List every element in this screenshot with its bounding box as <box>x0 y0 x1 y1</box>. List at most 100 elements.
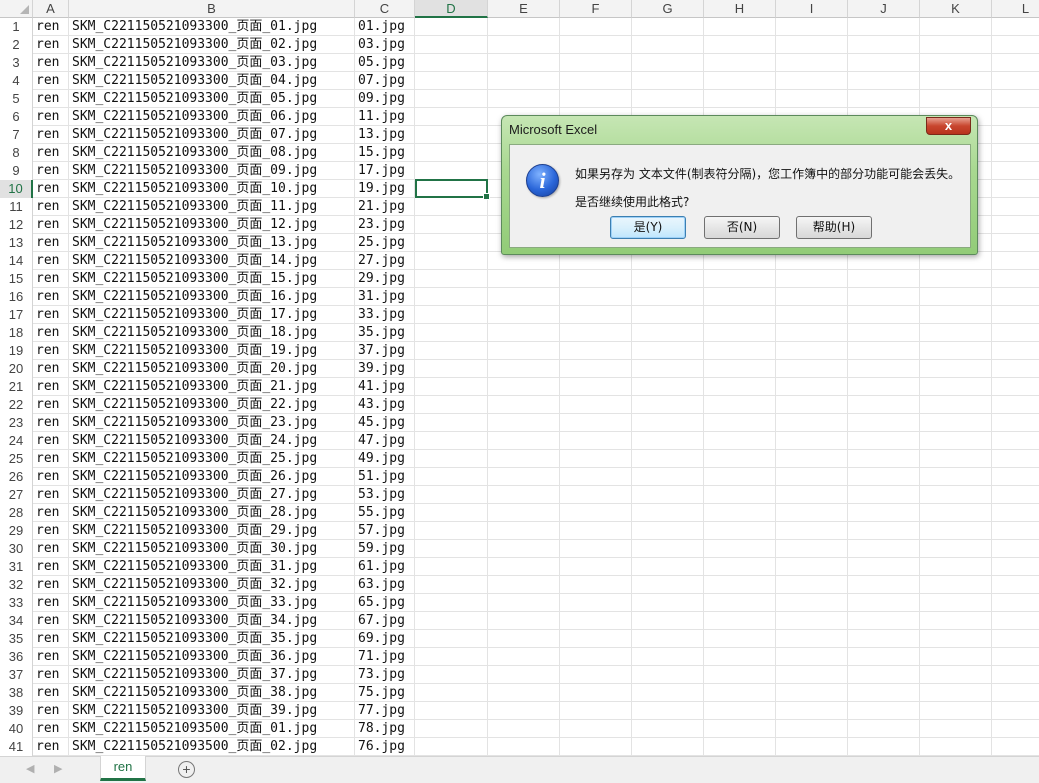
cell-a31[interactable]: ren <box>33 558 69 576</box>
cell-d34[interactable] <box>415 612 488 630</box>
cell-k16[interactable] <box>920 288 992 306</box>
cell-l39[interactable] <box>992 702 1039 720</box>
cell-h1[interactable] <box>704 18 776 36</box>
cell-i2[interactable] <box>776 36 848 54</box>
cell-g31[interactable] <box>632 558 704 576</box>
cell-a19[interactable]: ren <box>33 342 69 360</box>
cell-j18[interactable] <box>848 324 920 342</box>
cell-k5[interactable] <box>920 90 992 108</box>
cell-f15[interactable] <box>560 270 632 288</box>
cell-l26[interactable] <box>992 468 1039 486</box>
cell-a22[interactable]: ren <box>33 396 69 414</box>
cell-b14[interactable]: SKM_C221150521093300_页面_14.jpg <box>69 252 355 270</box>
cell-b16[interactable]: SKM_C221150521093300_页面_16.jpg <box>69 288 355 306</box>
cell-c41[interactable]: 76.jpg <box>355 738 415 756</box>
row-header[interactable]: 11 <box>0 198 33 216</box>
row-header[interactable]: 37 <box>0 666 33 684</box>
cell-l35[interactable] <box>992 630 1039 648</box>
cell-d15[interactable] <box>415 270 488 288</box>
cell-e5[interactable] <box>488 90 560 108</box>
column-header-i[interactable]: I <box>776 0 848 18</box>
row-header[interactable]: 41 <box>0 738 33 756</box>
cell-i40[interactable] <box>776 720 848 738</box>
cell-b1[interactable]: SKM_C221150521093300_页面_01.jpg <box>69 18 355 36</box>
cell-l24[interactable] <box>992 432 1039 450</box>
row-header[interactable]: 5 <box>0 90 33 108</box>
row-header[interactable]: 3 <box>0 54 33 72</box>
cell-h3[interactable] <box>704 54 776 72</box>
cell-d27[interactable] <box>415 486 488 504</box>
cell-g36[interactable] <box>632 648 704 666</box>
cell-j26[interactable] <box>848 468 920 486</box>
cell-d37[interactable] <box>415 666 488 684</box>
cell-g41[interactable] <box>632 738 704 756</box>
cell-g5[interactable] <box>632 90 704 108</box>
row-header[interactable]: 34 <box>0 612 33 630</box>
cell-j39[interactable] <box>848 702 920 720</box>
cell-c37[interactable]: 73.jpg <box>355 666 415 684</box>
cell-e3[interactable] <box>488 54 560 72</box>
cell-h32[interactable] <box>704 576 776 594</box>
cell-j29[interactable] <box>848 522 920 540</box>
row-header[interactable]: 40 <box>0 720 33 738</box>
row-header[interactable]: 30 <box>0 540 33 558</box>
cell-f35[interactable] <box>560 630 632 648</box>
cell-a7[interactable]: ren <box>33 126 69 144</box>
cell-f27[interactable] <box>560 486 632 504</box>
cell-d21[interactable] <box>415 378 488 396</box>
cell-d14[interactable] <box>415 252 488 270</box>
cell-h5[interactable] <box>704 90 776 108</box>
cell-a13[interactable]: ren <box>33 234 69 252</box>
cell-d31[interactable] <box>415 558 488 576</box>
cell-a39[interactable]: ren <box>33 702 69 720</box>
cell-g1[interactable] <box>632 18 704 36</box>
cell-h25[interactable] <box>704 450 776 468</box>
column-header-d[interactable]: D <box>415 0 488 18</box>
cell-f38[interactable] <box>560 684 632 702</box>
cell-c39[interactable]: 77.jpg <box>355 702 415 720</box>
cell-c18[interactable]: 35.jpg <box>355 324 415 342</box>
cell-l32[interactable] <box>992 576 1039 594</box>
cell-j31[interactable] <box>848 558 920 576</box>
cell-e38[interactable] <box>488 684 560 702</box>
cell-g22[interactable] <box>632 396 704 414</box>
cell-f5[interactable] <box>560 90 632 108</box>
cell-c3[interactable]: 05.jpg <box>355 54 415 72</box>
row-header[interactable]: 21 <box>0 378 33 396</box>
cell-j32[interactable] <box>848 576 920 594</box>
cell-i26[interactable] <box>776 468 848 486</box>
cell-f2[interactable] <box>560 36 632 54</box>
row-header[interactable]: 22 <box>0 396 33 414</box>
row-header[interactable]: 4 <box>0 72 33 90</box>
cell-e29[interactable] <box>488 522 560 540</box>
cell-c6[interactable]: 11.jpg <box>355 108 415 126</box>
cell-c23[interactable]: 45.jpg <box>355 414 415 432</box>
cell-b30[interactable]: SKM_C221150521093300_页面_30.jpg <box>69 540 355 558</box>
row-header[interactable]: 17 <box>0 306 33 324</box>
cell-c34[interactable]: 67.jpg <box>355 612 415 630</box>
select-all-corner[interactable] <box>0 0 33 18</box>
sheet-tab-ren[interactable]: ren <box>100 756 146 781</box>
cell-e36[interactable] <box>488 648 560 666</box>
cell-b35[interactable]: SKM_C221150521093300_页面_35.jpg <box>69 630 355 648</box>
column-header-f[interactable]: F <box>560 0 632 18</box>
cell-k41[interactable] <box>920 738 992 756</box>
cell-b23[interactable]: SKM_C221150521093300_页面_23.jpg <box>69 414 355 432</box>
cell-h17[interactable] <box>704 306 776 324</box>
cell-b9[interactable]: SKM_C221150521093300_页面_09.jpg <box>69 162 355 180</box>
row-header[interactable]: 19 <box>0 342 33 360</box>
cell-h26[interactable] <box>704 468 776 486</box>
cell-c11[interactable]: 21.jpg <box>355 198 415 216</box>
cell-l16[interactable] <box>992 288 1039 306</box>
cell-j27[interactable] <box>848 486 920 504</box>
cell-b31[interactable]: SKM_C221150521093300_页面_31.jpg <box>69 558 355 576</box>
cell-e41[interactable] <box>488 738 560 756</box>
cell-l10[interactable] <box>992 180 1039 198</box>
cell-h2[interactable] <box>704 36 776 54</box>
cell-j16[interactable] <box>848 288 920 306</box>
cell-j40[interactable] <box>848 720 920 738</box>
cell-e17[interactable] <box>488 306 560 324</box>
cell-j15[interactable] <box>848 270 920 288</box>
cell-d16[interactable] <box>415 288 488 306</box>
cell-c32[interactable]: 63.jpg <box>355 576 415 594</box>
